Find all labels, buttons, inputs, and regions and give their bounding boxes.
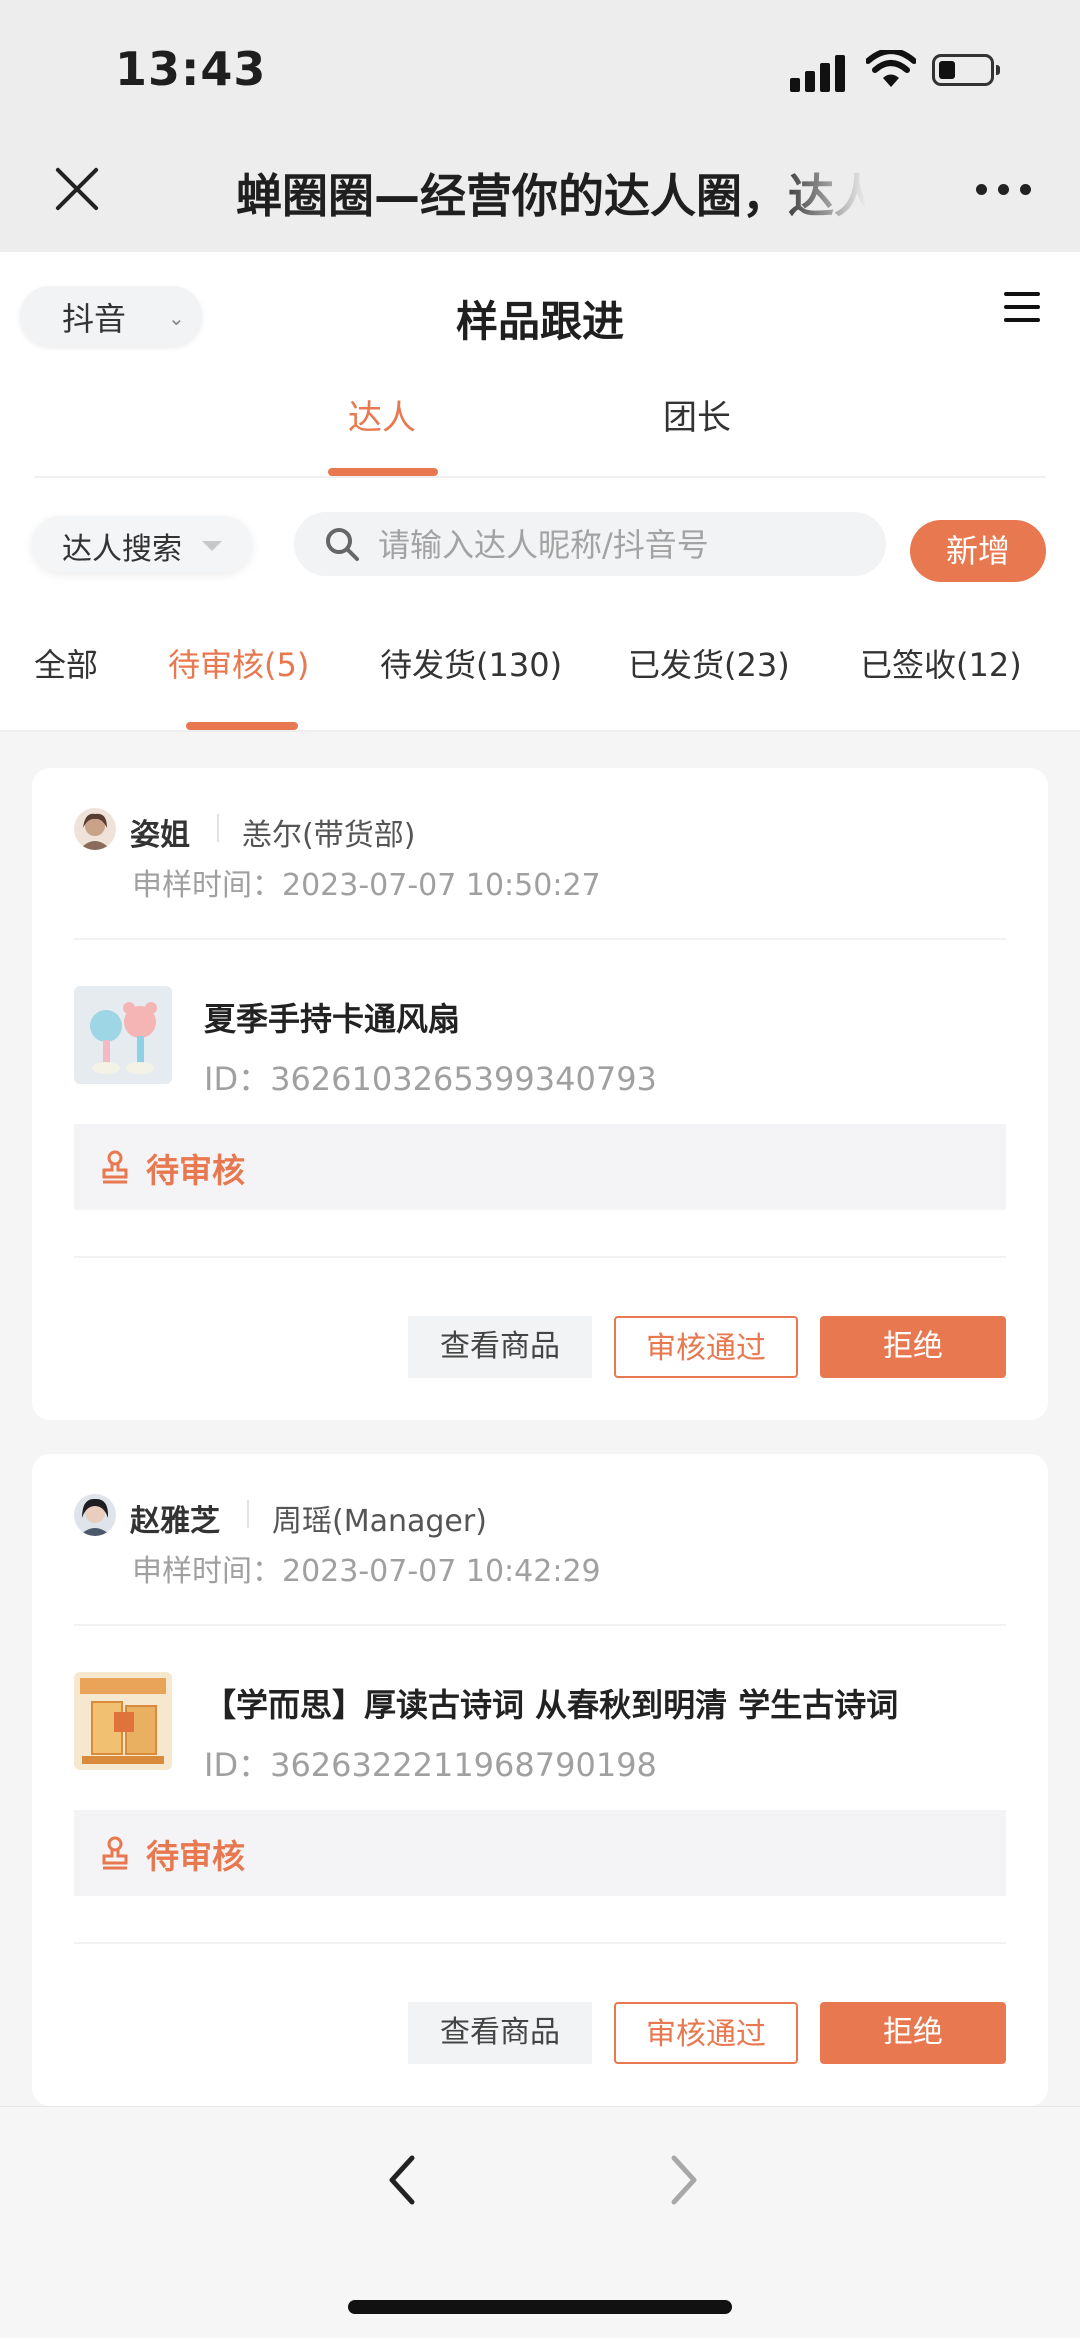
approve-button[interactable]: 审核通过 xyxy=(614,2002,798,2064)
team-name: 周瑶(Manager) xyxy=(272,1504,487,1539)
product-name: 夏季手持卡通风扇 xyxy=(204,1000,461,1038)
product-id: ID：3626103265399340793 xyxy=(204,1060,657,1098)
divider xyxy=(74,938,1006,940)
status-time: 13:43 xyxy=(115,42,267,96)
user-name: 姿姐 xyxy=(130,818,190,853)
tab-tuanzhang[interactable]: 团长 xyxy=(663,390,731,439)
status-bar: 待审核 xyxy=(74,1124,1006,1210)
wifi-icon xyxy=(866,50,916,87)
status-tab-shipped[interactable]: 已发货(23) xyxy=(628,640,790,686)
back-icon[interactable] xyxy=(382,2150,422,2210)
divider xyxy=(74,1624,1006,1626)
approve-button[interactable]: 审核通过 xyxy=(614,1316,798,1378)
forward-icon[interactable] xyxy=(664,2150,704,2210)
sample-card: 赵雅芝 周瑶(Manager) 申样时间：2023-07-07 10:42:29… xyxy=(32,1454,1048,2106)
status-tab-indicator xyxy=(186,722,298,730)
request-time: 申样时间：2023-07-07 10:50:27 xyxy=(132,868,601,903)
menu-icon[interactable] xyxy=(1004,292,1040,324)
tab-daren[interactable]: 达人 xyxy=(348,390,416,439)
search-bar xyxy=(294,512,886,576)
status-bar: 待审核 xyxy=(74,1810,1006,1896)
stamp-icon xyxy=(102,1150,128,1184)
product-id: ID：3626322211968790198 xyxy=(204,1746,657,1784)
search-type-label: 达人搜索 xyxy=(62,532,182,567)
status-tab-pending-review[interactable]: 待审核(5) xyxy=(168,640,309,686)
separator xyxy=(247,1500,249,1528)
add-button[interactable]: 新增 xyxy=(910,520,1046,582)
separator xyxy=(217,814,219,842)
more-icon[interactable] xyxy=(976,184,1032,196)
divider xyxy=(74,1256,1006,1258)
search-input[interactable] xyxy=(376,520,860,570)
divider xyxy=(34,476,1046,478)
tab-indicator xyxy=(328,468,438,476)
signal-icon xyxy=(790,52,850,92)
user-name: 赵雅芝 xyxy=(130,1504,220,1539)
search-icon xyxy=(326,528,359,561)
sample-card: 姿姐 恙尔(带货部) 申样时间：2023-07-07 10:50:27 夏季手持… xyxy=(32,768,1048,1420)
request-time: 申样时间：2023-07-07 10:42:29 xyxy=(132,1554,601,1589)
status-tab-all[interactable]: 全部 xyxy=(34,640,98,686)
home-indicator xyxy=(348,2300,732,2314)
dropdown-icon xyxy=(202,541,222,551)
wechat-page-title: 蝉圈圈—经营你的达人圈，达人 xyxy=(236,169,866,220)
product-name: 【学而思】厚读古诗词 从春秋到明清 学生古诗词 xyxy=(204,1686,899,1724)
divider xyxy=(74,1942,1006,1944)
close-icon[interactable] xyxy=(54,166,100,212)
battery-icon xyxy=(932,54,1000,86)
divider xyxy=(0,730,1080,732)
search-type-select[interactable]: 达人搜索 xyxy=(32,516,252,572)
status-text: 待审核 xyxy=(146,1837,245,1876)
status-tab-pending-ship[interactable]: 待发货(130) xyxy=(380,640,562,686)
status-text: 待审核 xyxy=(146,1151,245,1190)
reject-button[interactable]: 拒绝 xyxy=(820,2002,1006,2064)
team-name: 恙尔(带货部) xyxy=(242,818,416,853)
stamp-icon xyxy=(102,1836,128,1870)
page-title: 样品跟进 xyxy=(455,297,624,346)
reject-button[interactable]: 拒绝 xyxy=(820,1316,1006,1378)
view-product-button[interactable]: 查看商品 xyxy=(408,1316,592,1378)
avatar xyxy=(74,1494,116,1536)
product-thumbnail[interactable] xyxy=(74,1672,172,1770)
view-product-button[interactable]: 查看商品 xyxy=(408,2002,592,2064)
avatar xyxy=(74,808,116,850)
product-thumbnail[interactable] xyxy=(74,986,172,1084)
status-tab-signed[interactable]: 已签收(12) xyxy=(860,640,1022,686)
